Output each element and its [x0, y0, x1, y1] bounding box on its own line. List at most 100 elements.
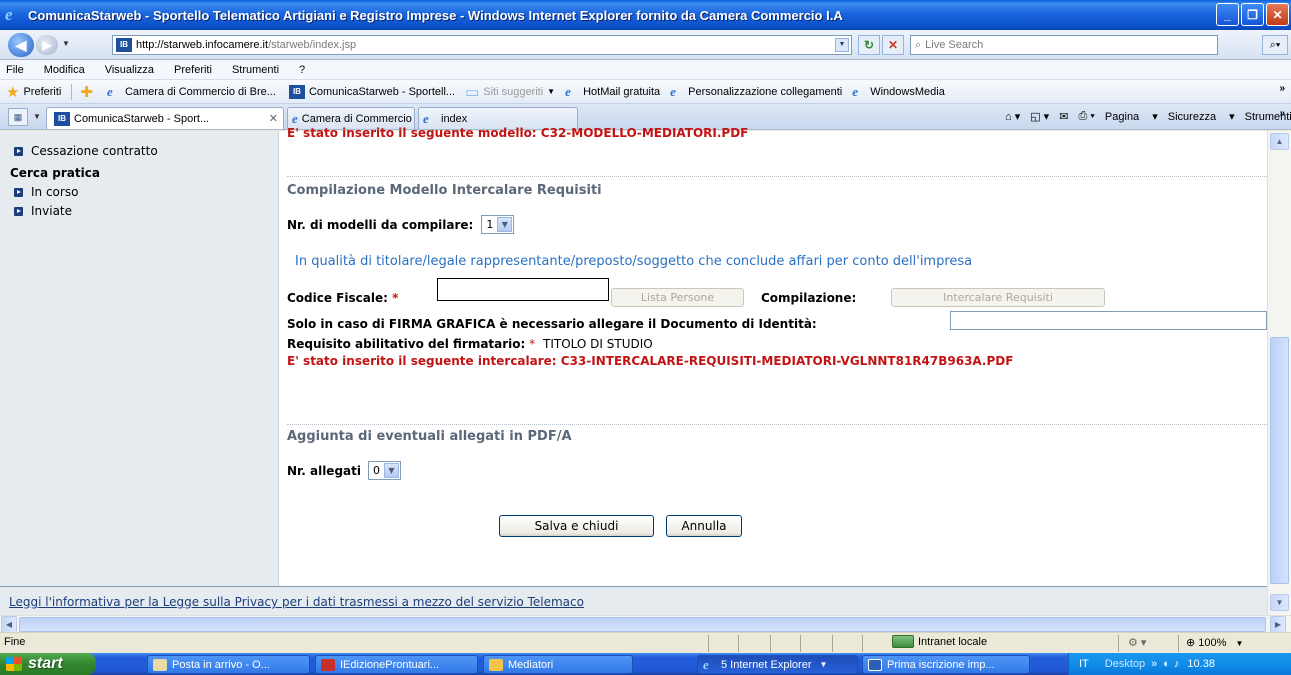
- address-input[interactable]: IB http://starweb.infocamere.it/starweb/…: [112, 35, 852, 55]
- site-favicon-icon: IB: [54, 111, 70, 126]
- zoom-value: 100%: [1198, 637, 1227, 649]
- menu-modifica[interactable]: Modifica: [41, 64, 88, 76]
- intercalare-requisiti-button[interactable]: Intercalare Requisiti: [891, 288, 1105, 307]
- favorite-link-windowsmedia[interactable]: e WindowsMedia: [852, 84, 945, 99]
- star-icon: ★: [6, 83, 20, 101]
- search-button[interactable]: ⌕▾: [1262, 35, 1288, 55]
- scroll-right-button[interactable]: ▶: [1270, 616, 1286, 633]
- recent-pages-dropdown[interactable]: ▼: [62, 39, 70, 48]
- command-bar: ⌂ ▾ ◱ ▾ ✉ ⎙ ▾ Pagina ▾ Sicurezza ▾ Strum…: [1005, 110, 1291, 123]
- menu-strumenti[interactable]: Strumenti: [229, 64, 282, 76]
- chevron-more-icon[interactable]: »: [1151, 658, 1157, 670]
- address-dropdown-button[interactable]: ▼: [835, 38, 849, 52]
- tab-list-dropdown[interactable]: ▼: [33, 112, 41, 121]
- privacy-link[interactable]: Leggi l'informativa per la Legge sulla P…: [9, 595, 584, 609]
- divider: [287, 176, 1267, 177]
- task-internet-explorer[interactable]: e 5 Internet Explorer ▼: [697, 655, 858, 674]
- compilazione-label: Compilazione:: [761, 291, 857, 305]
- nr-modelli-value: 1: [486, 218, 494, 231]
- favorite-link-hotmail[interactable]: e HotMail gratuita: [565, 84, 660, 99]
- favorite-link-comunicastarweb[interactable]: IB ComunicaStarweb - Sportell...: [286, 84, 456, 99]
- tray-volume-icon[interactable]: ♪: [1174, 658, 1180, 670]
- protected-mode-icon[interactable]: ⚙ ▾: [1128, 636, 1146, 649]
- feeds-icon[interactable]: ◱ ▾: [1030, 110, 1049, 123]
- zoom-control[interactable]: ⊕ 100% ▼: [1186, 636, 1243, 649]
- refresh-button[interactable]: ↻: [858, 35, 880, 55]
- back-button[interactable]: ◀: [8, 33, 34, 57]
- sidebar-item-label: Cessazione contratto: [31, 144, 158, 158]
- scroll-left-button[interactable]: ◀: [1, 616, 17, 633]
- nr-allegati-select[interactable]: 0 ▼: [368, 461, 401, 480]
- firma-label: Solo in caso di FIRMA GRAFICA è necessar…: [287, 317, 817, 331]
- horizontal-scrollbar[interactable]: ◀ ▶: [0, 615, 1291, 633]
- nr-modelli-select[interactable]: 1 ▼: [481, 215, 515, 234]
- nr-allegati-value: 0: [373, 464, 380, 477]
- task-prontuari[interactable]: IEdizioneProntuari...: [315, 655, 478, 674]
- forward-button[interactable]: ▶: [36, 35, 58, 55]
- favorites-center-button[interactable]: ★ Preferiti: [6, 83, 61, 101]
- required-mark: *: [392, 291, 399, 305]
- lista-persone-button[interactable]: Lista Persone: [611, 288, 744, 307]
- close-window-button[interactable]: ✕: [1266, 3, 1289, 26]
- language-indicator[interactable]: IT: [1079, 658, 1089, 670]
- salva-e-chiudi-button[interactable]: Salva e chiudi: [499, 515, 654, 537]
- sidebar-item-cessazione[interactable]: Cessazione contratto: [14, 144, 158, 158]
- scroll-thumb[interactable]: [1270, 337, 1289, 584]
- search-input[interactable]: ⌕ Live Search: [910, 35, 1218, 55]
- desktop-toolbar[interactable]: Desktop: [1105, 658, 1145, 670]
- task-posta[interactable]: Posta in arrivo - O...: [147, 655, 310, 674]
- task-mediatori[interactable]: Mediatori: [483, 655, 633, 674]
- start-button[interactable]: start: [0, 653, 96, 675]
- security-zone[interactable]: Intranet locale: [892, 635, 987, 648]
- status-divider: [832, 635, 833, 652]
- menu-file[interactable]: File: [3, 64, 27, 76]
- favorite-link-personalizzazione[interactable]: e Personalizzazione collegamenti: [670, 84, 843, 99]
- minimize-button[interactable]: _: [1216, 3, 1239, 26]
- section-title-compilazione: Compilazione Modello Intercalare Requisi…: [287, 183, 602, 198]
- annulla-button[interactable]: Annulla: [666, 515, 742, 537]
- zone-label: Intranet locale: [918, 635, 988, 648]
- chevron-more-icon[interactable]: »: [1279, 83, 1285, 94]
- task-prima-iscrizione[interactable]: Prima iscrizione imp...: [862, 655, 1030, 674]
- menu-visualizza[interactable]: Visualizza: [102, 64, 157, 76]
- qualita-text: In qualità di titolare/legale rappresent…: [295, 254, 973, 269]
- scroll-up-button[interactable]: ▲: [1270, 133, 1289, 150]
- required-mark: *: [529, 337, 536, 351]
- windows-logo-icon: [6, 657, 22, 671]
- favorite-link-camera[interactable]: e Camera di Commercio di Bre...: [106, 83, 276, 99]
- ie-page-icon: e: [106, 83, 113, 99]
- start-label: start: [28, 655, 63, 672]
- window-titlebar[interactable]: e ComunicaStarweb - Sportello Telematico…: [0, 0, 1291, 30]
- chevron-down-icon: ▼: [1235, 639, 1244, 648]
- menu-preferiti[interactable]: Preferiti: [171, 64, 215, 76]
- sidebar-item-inviate[interactable]: Inviate: [14, 204, 72, 218]
- tab-label: index: [441, 112, 468, 125]
- chevron-more-icon[interactable]: »: [1279, 108, 1285, 119]
- codice-fiscale-label-row: Codice Fiscale: *: [287, 291, 398, 305]
- security-menu[interactable]: Sicurezza ▾: [1168, 110, 1235, 123]
- scroll-down-button[interactable]: ▼: [1270, 594, 1289, 611]
- task-label: IEdizioneProntuari...: [340, 658, 440, 671]
- add-favorite-button[interactable]: ✚: [80, 83, 97, 101]
- horizontal-scroll-thumb[interactable]: [19, 617, 1266, 632]
- section-title-allegati: Aggiunta di eventuali allegati in PDF/A: [287, 429, 572, 444]
- maximize-button[interactable]: ❐: [1241, 3, 1264, 26]
- home-icon[interactable]: ⌂ ▾: [1005, 110, 1020, 123]
- tab-comunicastarweb[interactable]: IB ComunicaStarweb - Sport... ✕: [46, 107, 284, 129]
- print-icon[interactable]: ⎙ ▾: [1078, 110, 1094, 123]
- favorite-link-label: Personalizzazione collegamenti: [688, 85, 843, 98]
- quick-tabs-button[interactable]: ▦: [8, 108, 28, 126]
- tray-network-icon[interactable]: ◐: [1163, 658, 1170, 670]
- favorite-link-siti-suggeriti[interactable]: ▭ Siti suggeriti ▼: [465, 83, 555, 101]
- documento-identita-input[interactable]: [950, 311, 1267, 330]
- stop-button[interactable]: ✕: [882, 35, 904, 55]
- word-app-icon: [868, 658, 882, 671]
- menu-help[interactable]: ?: [296, 64, 308, 76]
- page-menu[interactable]: Pagina ▾: [1105, 110, 1158, 123]
- sidebar-item-in-corso[interactable]: In corso: [14, 185, 78, 199]
- codice-fiscale-input[interactable]: [437, 278, 609, 301]
- close-tab-icon[interactable]: ✕: [269, 112, 278, 125]
- favorite-link-label: ComunicaStarweb - Sportell...: [308, 85, 456, 98]
- vertical-scrollbar[interactable]: ▲ ▼: [1267, 131, 1291, 615]
- mail-icon[interactable]: ✉: [1059, 110, 1068, 123]
